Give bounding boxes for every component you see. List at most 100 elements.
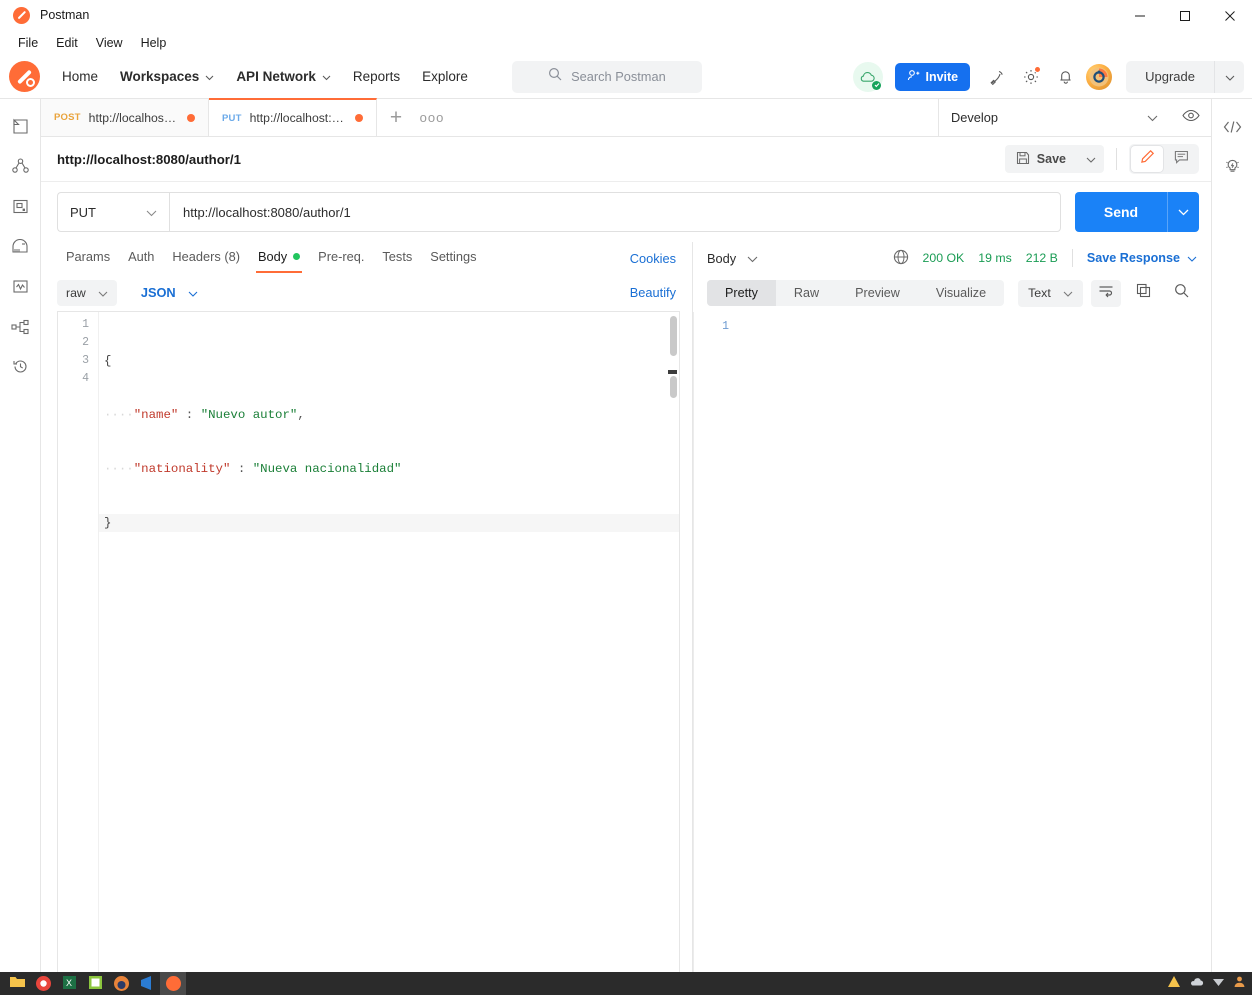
postman-brand-icon[interactable] <box>9 61 40 92</box>
environments-icon <box>12 198 29 220</box>
pane-divider <box>693 312 694 995</box>
editor-code-area[interactable]: { ····"name" : "Nuevo autor", ····"natio… <box>98 312 679 995</box>
nav-workspaces[interactable]: Workspaces <box>120 69 214 84</box>
tab-pretty[interactable]: Pretty <box>707 280 776 306</box>
tab-method-label: PUT <box>222 113 242 124</box>
menu-file[interactable]: File <box>9 34 47 52</box>
send-options-button[interactable] <box>1167 192 1199 232</box>
tray-network-icon[interactable] <box>1212 975 1225 993</box>
wrap-lines-button[interactable] <box>1091 280 1121 307</box>
request-url-input[interactable]: http://localhost:8080/author/1 <box>169 192 1061 232</box>
sidebar-item-apis[interactable] <box>0 149 41 189</box>
tab-pre-request[interactable]: Pre-req. <box>309 243 373 273</box>
taskbar-file-explorer-icon[interactable] <box>4 972 30 995</box>
nav-explore[interactable]: Explore <box>422 69 468 84</box>
maximize-button[interactable] <box>1162 0 1207 31</box>
response-view-tabs: Pretty Raw Preview Visualize Text <box>693 274 1211 312</box>
environment-quick-look-button[interactable] <box>1170 99 1211 136</box>
sidebar-item-monitors[interactable] <box>0 269 41 309</box>
taskbar-excel-icon[interactable]: X <box>56 972 82 995</box>
tab-body[interactable]: Body <box>249 243 309 273</box>
search-response-button[interactable] <box>1167 280 1197 307</box>
satellite-icon[interactable] <box>980 60 1014 94</box>
editor-scroll-thumb[interactable] <box>668 370 677 374</box>
body-mode-select[interactable]: raw <box>57 280 117 306</box>
sidebar-item-history[interactable] <box>0 349 41 389</box>
menu-edit[interactable]: Edit <box>47 34 87 52</box>
response-body-selector[interactable]: Body <box>707 251 758 266</box>
divider <box>1116 148 1117 170</box>
tab-preview[interactable]: Preview <box>837 280 918 306</box>
http-method-select[interactable]: PUT <box>57 192 169 232</box>
response-body-view[interactable]: 1 <box>693 312 1211 995</box>
avatar[interactable] <box>1082 60 1116 94</box>
tab-auth[interactable]: Auth <box>119 243 163 273</box>
plus-icon[interactable]: + <box>377 99 415 136</box>
code-value: "Nuevo autor" <box>201 408 298 422</box>
comment-icon <box>1174 150 1189 169</box>
response-pane: Body 200 OK 19 ms 212 B <box>693 242 1211 995</box>
save-options-button[interactable] <box>1077 145 1104 173</box>
save-button[interactable]: Save <box>1005 145 1077 173</box>
left-sidebar <box>0 99 41 995</box>
gear-icon[interactable] <box>1014 60 1048 94</box>
search-input[interactable]: Search Postman <box>512 61 702 93</box>
tab-visualize[interactable]: Visualize <box>918 280 1004 306</box>
edit-mode-button[interactable] <box>1131 146 1163 172</box>
beautify-link[interactable]: Beautify <box>630 285 676 300</box>
sidebar-item-flows[interactable] <box>0 309 41 349</box>
close-button[interactable] <box>1207 0 1252 31</box>
sidebar-item-postbot[interactable] <box>1212 149 1252 189</box>
environment-selector[interactable]: Develop <box>938 99 1170 136</box>
environment-label: Develop <box>951 110 998 125</box>
nav-home[interactable]: Home <box>62 69 98 84</box>
editor-vertical-scrollbar[interactable] <box>670 316 677 356</box>
taskbar-chrome-icon[interactable] <box>30 972 56 995</box>
tab-settings-label: Settings <box>430 249 476 264</box>
response-time: 19 ms <box>978 251 1012 265</box>
invite-button[interactable]: Invite <box>895 63 970 91</box>
comment-button[interactable] <box>1165 146 1197 172</box>
bell-icon[interactable] <box>1048 60 1082 94</box>
save-response-button[interactable]: Save Response <box>1087 251 1197 265</box>
code-line-1: { <box>99 352 679 370</box>
tab-params[interactable]: Params <box>57 243 119 273</box>
menu-view[interactable]: View <box>87 34 132 52</box>
cookies-link[interactable]: Cookies <box>630 251 676 266</box>
taskbar-vscode-icon[interactable] <box>134 972 160 995</box>
upgrade-caret-button[interactable] <box>1214 61 1244 93</box>
request-tab-put[interactable]: PUT http://localhost:80... <box>209 98 377 136</box>
request-tab-post[interactable]: POST http://localhost:8... <box>41 99 209 136</box>
sidebar-item-code-snippet[interactable] <box>1212 109 1252 149</box>
upgrade-button[interactable]: Upgrade <box>1126 61 1214 93</box>
taskbar-postman-icon[interactable] <box>160 972 186 995</box>
request-url-value: http://localhost:8080/author/1 <box>183 205 351 220</box>
tray-cloud-icon[interactable] <box>1189 975 1204 993</box>
nav-api-network[interactable]: API Network <box>236 69 331 84</box>
tab-raw[interactable]: Raw <box>776 280 837 306</box>
sidebar-item-environments[interactable] <box>0 189 41 229</box>
chevron-down-icon <box>1225 68 1235 86</box>
sidebar-item-collections[interactable] <box>0 109 41 149</box>
editor-vertical-scrollbar-lower[interactable] <box>670 376 677 398</box>
copy-button[interactable] <box>1129 280 1159 307</box>
body-format-value: JSON <box>141 285 176 300</box>
cloud-sync-button[interactable] <box>851 60 885 94</box>
nav-reports[interactable]: Reports <box>353 69 400 84</box>
response-content-type-select[interactable]: Text <box>1018 280 1083 307</box>
tray-user-icon[interactable] <box>1233 975 1246 993</box>
tab-tests[interactable]: Tests <box>373 243 421 273</box>
request-body-editor[interactable]: 1 2 3 4 { ····"name" : "Nuevo autor", ··… <box>57 311 680 995</box>
taskbar-firefox-icon[interactable] <box>108 972 134 995</box>
minimize-button[interactable] <box>1117 0 1162 31</box>
send-button[interactable]: Send <box>1075 192 1167 232</box>
tray-warning-icon[interactable] <box>1167 975 1181 993</box>
sidebar-item-mock-servers[interactable] <box>0 229 41 269</box>
menu-help[interactable]: Help <box>132 34 176 52</box>
taskbar-notes-icon[interactable] <box>82 972 108 995</box>
tab-settings[interactable]: Settings <box>421 243 485 273</box>
tab-headers[interactable]: Headers (8) <box>163 243 249 273</box>
body-format-select[interactable]: JSON <box>141 285 198 300</box>
ellipsis-icon[interactable]: ooo <box>415 99 449 136</box>
response-body-label: Body <box>707 251 736 266</box>
